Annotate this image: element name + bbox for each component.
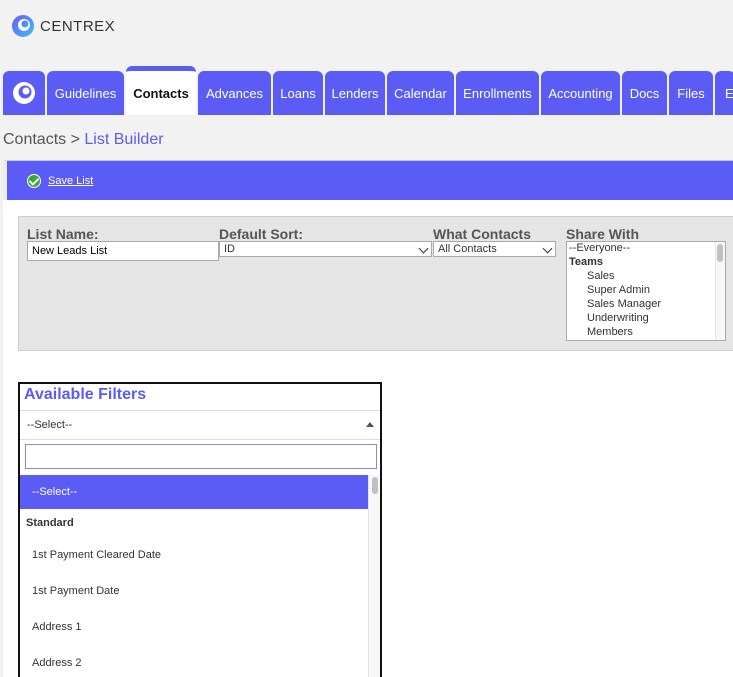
share-option[interactable]: Underwriting bbox=[567, 312, 725, 326]
tab-loans[interactable]: Loans bbox=[273, 71, 323, 115]
share-option[interactable]: Super Admin bbox=[567, 284, 725, 298]
share-option[interactable]: --Everyone-- bbox=[567, 242, 725, 256]
logo-text: CENTREX bbox=[40, 17, 116, 35]
breadcrumb-parent[interactable]: Contacts bbox=[3, 131, 66, 148]
filter-search-input[interactable] bbox=[25, 444, 377, 469]
filter-option[interactable]: 1st Payment Date bbox=[20, 573, 368, 609]
breadcrumb-separator: > bbox=[70, 131, 80, 148]
scrollbar-thumb[interactable] bbox=[372, 477, 378, 494]
filter-group-label: Standard bbox=[26, 517, 74, 529]
share-option[interactable]: Members bbox=[567, 326, 725, 340]
tab-calendar[interactable]: Calendar bbox=[387, 71, 454, 115]
filter-option[interactable]: Address 2 bbox=[20, 645, 368, 677]
breadcrumb-current: List Builder bbox=[84, 131, 164, 148]
share-group-label: Teams bbox=[569, 256, 604, 268]
tab-contacts[interactable]: Contacts bbox=[126, 66, 196, 115]
default-sort-label: Default Sort: bbox=[219, 226, 303, 242]
listbox-scrollbar[interactable] bbox=[715, 242, 725, 340]
share-with-label: Share With bbox=[566, 226, 639, 242]
centrex-logo[interactable]: CENTREX bbox=[10, 12, 115, 40]
home-logo-icon bbox=[11, 80, 37, 106]
tab-guidelines[interactable]: Guidelines bbox=[47, 71, 124, 115]
tab-docs[interactable]: Docs bbox=[622, 71, 667, 115]
filter-select[interactable]: --Select-- bbox=[20, 411, 380, 439]
tab-files[interactable]: Files bbox=[669, 71, 713, 115]
divider bbox=[20, 439, 380, 440]
main-nav-tabs: Guidelines Contacts Advances Loans Lende… bbox=[3, 66, 733, 115]
share-option[interactable]: Sales bbox=[567, 270, 725, 284]
tab-home[interactable] bbox=[3, 71, 45, 115]
tab-lenders[interactable]: Lenders bbox=[325, 71, 385, 115]
filter-select-value: --Select-- bbox=[27, 419, 73, 431]
caret-up-icon bbox=[366, 422, 374, 427]
tab-advances[interactable]: Advances bbox=[198, 71, 271, 115]
what-contacts-value: All Contacts bbox=[438, 243, 497, 255]
tab-overflow[interactable]: E bbox=[715, 71, 733, 115]
list-name-label: List Name: bbox=[27, 226, 99, 242]
breadcrumb: Contacts > List Builder bbox=[3, 131, 164, 149]
action-bar: Save List bbox=[3, 160, 733, 200]
what-contacts-select[interactable]: All Contacts bbox=[433, 241, 556, 257]
scrollbar-thumb[interactable] bbox=[717, 244, 723, 262]
tab-enrollments[interactable]: Enrollments bbox=[456, 71, 539, 115]
dropdown-scrollbar[interactable] bbox=[368, 475, 380, 677]
default-sort-select[interactable]: ID bbox=[219, 241, 432, 257]
filter-option-selected[interactable]: --Select-- bbox=[20, 475, 368, 509]
filter-option[interactable]: 1st Payment Cleared Date bbox=[20, 537, 368, 573]
what-contacts-label: What Contacts bbox=[433, 226, 531, 242]
filter-option[interactable]: Address 1 bbox=[20, 609, 368, 645]
checkmark-icon bbox=[27, 173, 41, 188]
available-filters-title: Available Filters bbox=[24, 386, 147, 403]
chevron-down-icon bbox=[542, 243, 553, 254]
available-filters-box: Available Filters --Select-- --Select-- … bbox=[18, 382, 382, 677]
chevron-down-icon bbox=[418, 243, 429, 254]
filter-options-list: --Select-- Standard 1st Payment Cleared … bbox=[20, 475, 368, 677]
centrex-logo-icon bbox=[10, 13, 36, 39]
tab-accounting[interactable]: Accounting bbox=[541, 71, 620, 115]
list-name-input[interactable] bbox=[27, 241, 219, 261]
default-sort-value: ID bbox=[224, 243, 235, 255]
share-with-listbox[interactable]: --Everyone-- Teams Sales Super Admin Sal… bbox=[566, 241, 726, 341]
save-list-link[interactable]: Save List bbox=[48, 175, 93, 187]
share-option[interactable]: Sales Manager bbox=[567, 298, 725, 312]
